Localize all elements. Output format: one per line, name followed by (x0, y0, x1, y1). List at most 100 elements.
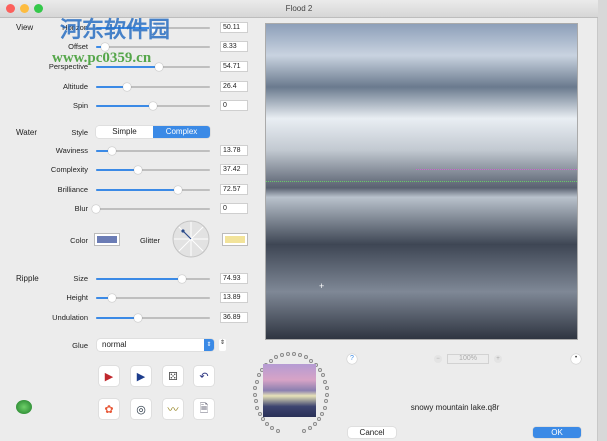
undulation-value-field[interactable]: 36.89 (220, 312, 248, 323)
color-label: Color (70, 236, 88, 245)
watermark-url: www.pc0359.cn (52, 50, 152, 66)
water-color-well[interactable] (94, 233, 120, 246)
undo-icon[interactable]: ↶ (194, 366, 214, 386)
close-button[interactable] (6, 4, 15, 13)
preset-dot[interactable] (285, 352, 290, 357)
zoom-in-button[interactable]: + (494, 355, 502, 363)
preset-dot[interactable] (308, 358, 313, 363)
preset-dot[interactable] (324, 386, 329, 391)
preset-dot[interactable] (317, 367, 322, 372)
horizon-value-field[interactable]: 50.11 (220, 22, 248, 33)
brilliance-value-field[interactable]: 72.57 (220, 184, 248, 195)
preset-dot[interactable] (275, 429, 280, 434)
blur-slider-knob[interactable] (92, 205, 100, 213)
zoom-button[interactable] (34, 4, 43, 13)
spin-slider-knob[interactable] (149, 102, 157, 110)
complexity-value-field[interactable]: 37.42 (220, 164, 248, 175)
size-slider-knob[interactable] (177, 275, 186, 283)
zoom-level-field[interactable]: 100% (447, 354, 489, 364)
perspective-slider-knob[interactable] (154, 63, 163, 71)
photos-icon[interactable]: ✿ (99, 399, 119, 419)
watermark: 河东软件园 (60, 17, 171, 42)
minimize-button[interactable] (20, 4, 29, 13)
preset-dot[interactable] (320, 373, 325, 378)
preset-dot[interactable] (269, 358, 274, 363)
glue-stepper[interactable]: ⇕ (219, 339, 226, 351)
waviness-value-field[interactable]: 13.78 (220, 145, 248, 156)
height-slider-knob[interactable] (107, 294, 116, 302)
preset-dot[interactable] (303, 355, 308, 360)
preset-dot[interactable] (320, 412, 325, 416)
offset-value-field[interactable]: 8.33 (220, 41, 248, 52)
random-dice-icon[interactable]: ⚄ (163, 366, 183, 386)
preset-dot[interactable] (270, 426, 275, 431)
glue-value: normal (102, 340, 127, 349)
undulation-slider-knob[interactable] (134, 314, 143, 322)
preset-thumbnail[interactable] (263, 364, 316, 417)
style-simple[interactable]: Simple (96, 126, 153, 138)
perspective-value-field[interactable]: 54.71 (220, 61, 248, 72)
preset-dot[interactable] (324, 399, 329, 404)
preset-dot[interactable] (274, 355, 279, 360)
preset-dot[interactable] (257, 373, 262, 378)
preset-dot[interactable] (322, 405, 327, 410)
preset-dot[interactable] (261, 417, 266, 422)
image-preview[interactable]: + (265, 23, 578, 340)
preset-dot[interactable] (253, 399, 258, 404)
preset-dot[interactable] (255, 405, 260, 410)
help-button[interactable]: ? (347, 354, 357, 364)
style-segmented-control[interactable]: Simple Complex (96, 126, 210, 138)
options-button[interactable]: • (571, 354, 581, 364)
height-value-field[interactable]: 13.89 (220, 292, 248, 303)
glue-select[interactable]: normal ⇕ (97, 339, 214, 351)
preset-dot[interactable] (253, 392, 257, 397)
glitter-direction-dial[interactable] (172, 220, 210, 258)
size-value-field[interactable]: 74.93 (220, 273, 248, 284)
waviness-slider[interactable] (96, 147, 210, 155)
complexity-slider-knob[interactable] (134, 166, 143, 174)
preset-dot[interactable] (307, 426, 312, 431)
wave-icon[interactable]: 〰 (163, 399, 183, 419)
spin-value-field[interactable]: 0 (220, 100, 248, 111)
ring-icon[interactable]: ◎ (131, 399, 151, 419)
preset-dot[interactable] (316, 417, 321, 422)
preset-dot[interactable] (254, 379, 259, 384)
preset-dot[interactable] (297, 353, 302, 358)
blur-slider[interactable] (92, 205, 210, 213)
play-forward-icon[interactable]: ▶ (99, 366, 119, 386)
preset-dot[interactable] (265, 422, 270, 427)
spin-slider[interactable] (96, 102, 210, 110)
preset-dot[interactable] (292, 352, 296, 357)
preset-dot[interactable] (302, 429, 307, 434)
brilliance-slider[interactable] (96, 186, 210, 194)
preset-dot[interactable] (280, 353, 285, 358)
waviness-slider-knob[interactable] (107, 147, 116, 155)
brilliance-slider-knob[interactable] (174, 186, 183, 194)
size-slider[interactable] (96, 275, 210, 283)
altitude-value-field[interactable]: 26.4 (220, 81, 248, 92)
height-slider[interactable] (96, 294, 210, 302)
blur-value-field[interactable]: 0 (220, 203, 248, 214)
preset-dot[interactable] (323, 379, 328, 384)
zoom-out-button[interactable]: − (434, 355, 442, 363)
style-complex[interactable]: Complex (153, 126, 210, 138)
spin-label: Spin (72, 101, 88, 110)
preset-dot[interactable] (324, 392, 329, 397)
preset-dot[interactable] (257, 412, 262, 416)
undulation-slider[interactable] (96, 314, 210, 322)
offset-slider[interactable] (96, 43, 210, 51)
play-back-icon[interactable]: ▶ (131, 366, 151, 386)
preset-dot[interactable] (253, 386, 258, 391)
height-label: Height (66, 293, 88, 302)
glitter-label: Glitter (140, 236, 161, 245)
preset-dot[interactable] (312, 422, 317, 427)
glitter-color-well[interactable] (222, 233, 248, 246)
cancel-button[interactable]: Cancel (348, 427, 396, 438)
complexity-slider[interactable] (96, 166, 210, 174)
glue-label: Glue (72, 341, 88, 350)
altitude-slider[interactable] (96, 83, 210, 91)
altitude-slider-knob[interactable] (122, 83, 131, 91)
altitude-label: Altitude (62, 82, 88, 91)
document-icon[interactable]: 🗎 (194, 399, 214, 419)
ok-button[interactable]: OK (533, 427, 581, 438)
